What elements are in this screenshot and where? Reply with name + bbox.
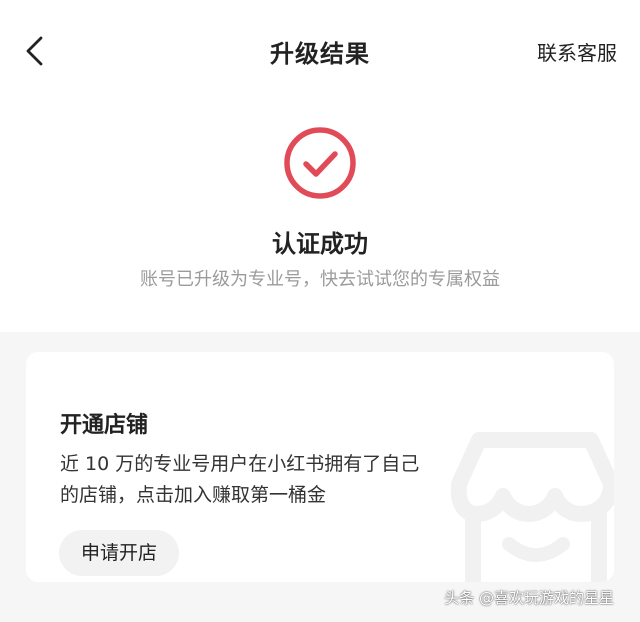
apply-shop-button[interactable]: 申请开店 [59, 530, 180, 576]
open-shop-card: 开通店铺 近 10 万的专业号用户在小红书拥有了自己的店铺，点击加入赚取第一桶金… [26, 352, 614, 582]
success-description: 账号已升级为专业号，快去试试您的专属权益 [140, 269, 500, 290]
navigation-bar: 升级结果 联系客服 [0, 0, 640, 104]
shop-icon [451, 432, 614, 582]
result-header-section: 升级结果 联系客服 认证成功 账号已升级为专业号，快去试试您的专属权益 [0, 0, 640, 332]
contact-support-button[interactable]: 联系客服 [537, 37, 617, 66]
benefits-section: 开通店铺 近 10 万的专业号用户在小红书拥有了自己的店铺，点击加入赚取第一桶金… [0, 332, 640, 622]
source-watermark: 头条 @喜欢玩游戏的星星 [444, 589, 614, 607]
success-title: 认证成功 [272, 230, 368, 258]
card-description: 近 10 万的专业号用户在小红书拥有了自己的店铺，点击加入赚取第一桶金 [60, 453, 420, 506]
card-title: 开通店铺 [60, 413, 149, 438]
check-circle-icon [284, 127, 356, 199]
